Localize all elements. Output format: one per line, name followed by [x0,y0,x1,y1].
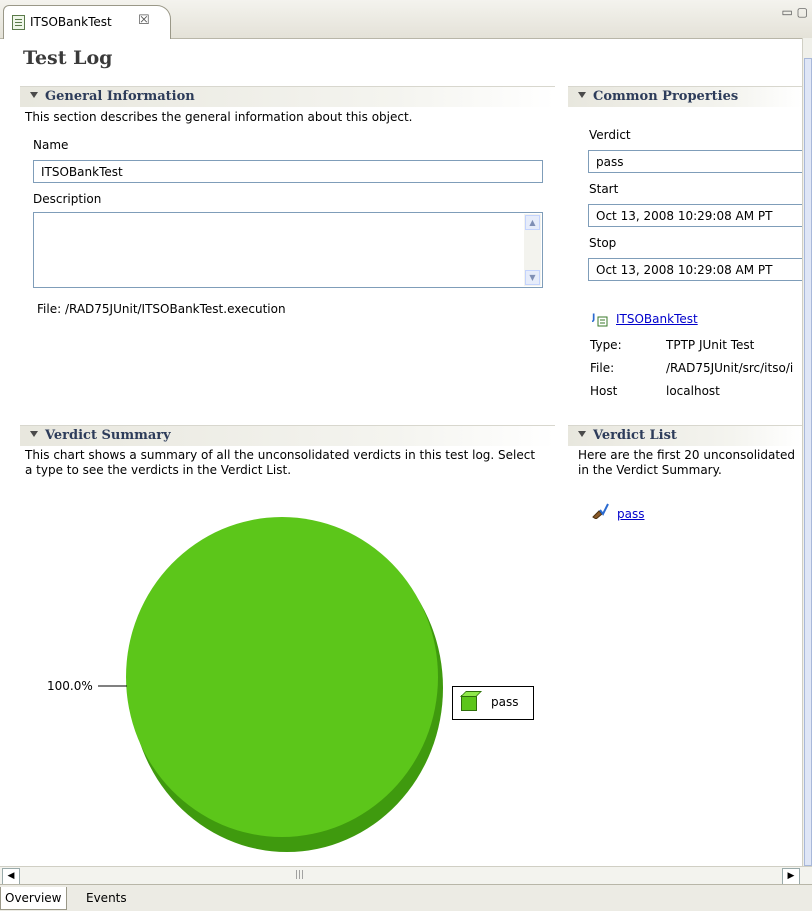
scroll-up-icon[interactable]: ▲ [525,215,540,230]
scroll-left-icon[interactable]: ◀ [2,868,20,885]
stop-label: Stop [589,236,617,250]
file-label: File: [590,361,615,375]
start-field[interactable]: Oct 13, 2008 10:29:08 AM PT [588,204,804,227]
editor-tab-bar: ITSOBankTest ☒ ▭ ▢ [0,0,812,39]
stop-value: Oct 13, 2008 10:29:08 AM PT [596,263,773,277]
stop-field[interactable]: Oct 13, 2008 10:29:08 AM PT [588,258,804,281]
section-title: Verdict Summary [45,428,171,443]
verdict-list-item-pass[interactable]: pass [617,507,644,521]
name-value: ITSOBankTest [41,165,123,179]
data-label: 100.0% [47,679,93,693]
description-field[interactable]: ▲ ▼ [33,212,543,288]
host-label: Host [590,384,618,398]
collapse-arrow-icon[interactable] [30,431,38,437]
section-title: Verdict List [593,428,677,443]
verdict-pie-chart[interactable]: 100.0% [0,500,560,866]
scrollbar-thumb[interactable] [804,58,812,866]
type-label: Type: [590,338,622,352]
legend-label: pass [491,695,519,709]
common-properties-header[interactable]: Common Properties [568,86,802,107]
host-value: localhost [666,384,720,398]
file-value: /RAD75JUnit/src/itso/i [666,361,794,375]
junit-test-icon: J [591,311,608,327]
verdict-field[interactable]: pass [588,150,804,173]
collapse-arrow-icon[interactable] [30,92,38,98]
editor-tab[interactable]: ITSOBankTest ☒ [3,5,171,39]
close-icon[interactable]: ☒ [138,13,150,28]
name-label: Name [33,138,69,152]
tab-events[interactable]: Events [82,887,131,909]
page-title: Test Log [23,47,113,69]
verdict-value: pass [596,155,624,169]
tab-overview[interactable]: Overview [0,887,67,910]
verdict-list-description-line-2: in the Verdict Summary. [578,463,722,477]
collapse-arrow-icon[interactable] [578,92,586,98]
verdict-label: Verdict [589,128,631,142]
vertical-scrollbar[interactable] [802,38,812,866]
start-value: Oct 13, 2008 10:29:08 AM PT [596,209,773,223]
verdict-summary-header[interactable]: Verdict Summary [20,425,555,446]
scroll-down-icon[interactable]: ▼ [525,270,540,285]
editor-tab-label: ITSOBankTest [30,15,112,29]
start-label: Start [589,182,619,196]
verdict-list-header[interactable]: Verdict List [568,425,802,446]
chart-legend[interactable]: pass [452,686,534,720]
minimize-maximize-icon[interactable]: ▭ ▢ [782,5,809,19]
verdict-list-description-line-1: Here are the first 20 unconsolidated [578,448,796,462]
test-link[interactable]: ITSOBankTest [616,312,698,326]
test-log-icon [12,15,25,30]
section-title: Common Properties [593,89,739,104]
type-value: TPTP JUnit Test [666,338,755,352]
description-label: Description [33,192,102,206]
scroll-right-icon[interactable]: ▶ [782,868,800,885]
svg-text:J: J [592,313,595,323]
description-scrollbar[interactable]: ▲ ▼ [524,214,541,286]
verdict-summary-description-line-1: This chart shows a summary of all the un… [25,448,536,462]
collapse-arrow-icon[interactable] [578,431,586,437]
legend-swatch-icon [461,695,477,711]
pie-slice-pass[interactable] [126,517,438,837]
horizontal-scrollbar[interactable]: ◀ ||| ▶ [0,866,812,885]
pass-verdict-icon [591,503,609,520]
general-information-header[interactable]: General Information [20,86,555,107]
file-path-text: File: /RAD75JUnit/ITSOBankTest.execution [37,302,286,316]
scrollbar-grip-icon: ||| [295,870,305,880]
section-title: General Information [45,89,195,104]
verdict-summary-description-line-2: a type to see the verdicts in the Verdic… [25,463,292,477]
name-field[interactable]: ITSOBankTest [33,160,543,183]
general-information-description: This section describes the general infor… [25,110,413,124]
bottom-tab-bar: Overview Events [0,884,812,911]
